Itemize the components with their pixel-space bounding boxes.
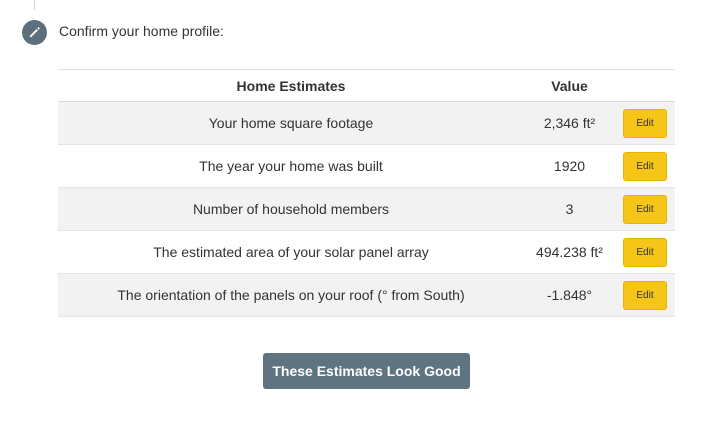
column-header-home-estimates: Home Estimates <box>236 77 346 94</box>
home-estimates-table: Home Estimates Value Your home square fo… <box>58 69 675 317</box>
column-header-value: Value <box>551 77 588 94</box>
confirm-estimates-button[interactable]: These Estimates Look Good <box>263 353 470 389</box>
pencil-icon <box>22 20 47 45</box>
edit-household-members-button[interactable]: Edit <box>623 194 667 224</box>
row-label: The orientation of the panels on your ro… <box>117 287 465 303</box>
edit-solar-panel-area-button[interactable]: Edit <box>623 237 667 267</box>
row-value: 494.238 ft² <box>536 244 603 260</box>
row-value: 1920 <box>553 158 586 174</box>
table-header-row: Home Estimates Value <box>58 70 675 102</box>
edit-panel-orientation-button[interactable]: Edit <box>623 280 667 310</box>
table-row-solar-panel-area: The estimated area of your solar panel a… <box>58 231 675 274</box>
row-label: The year your home was built <box>199 158 383 174</box>
edit-year-built-button[interactable]: Edit <box>623 151 667 181</box>
row-value: -1.848° <box>546 287 593 303</box>
table-row-year-built: The year your home was built 1920 Edit <box>58 145 675 188</box>
row-label: Your home square footage <box>208 115 374 131</box>
home-profile-page: Confirm your home profile: Home Estimate… <box>0 0 721 430</box>
row-value: 3 <box>565 201 574 217</box>
row-label: Number of household members <box>192 201 390 217</box>
table-row-household-members: Number of household members 3 Edit <box>58 188 675 231</box>
timeline-line <box>34 0 35 10</box>
edit-square-footage-button[interactable]: Edit <box>623 108 667 138</box>
row-value: 2,346 ft² <box>543 115 596 131</box>
table-row-square-footage: Your home square footage 2,346 ft² Edit <box>58 102 675 145</box>
row-label: The estimated area of your solar panel a… <box>153 244 429 260</box>
step-title: Confirm your home profile: <box>59 23 224 39</box>
table-row-panel-orientation: The orientation of the panels on your ro… <box>58 274 675 317</box>
